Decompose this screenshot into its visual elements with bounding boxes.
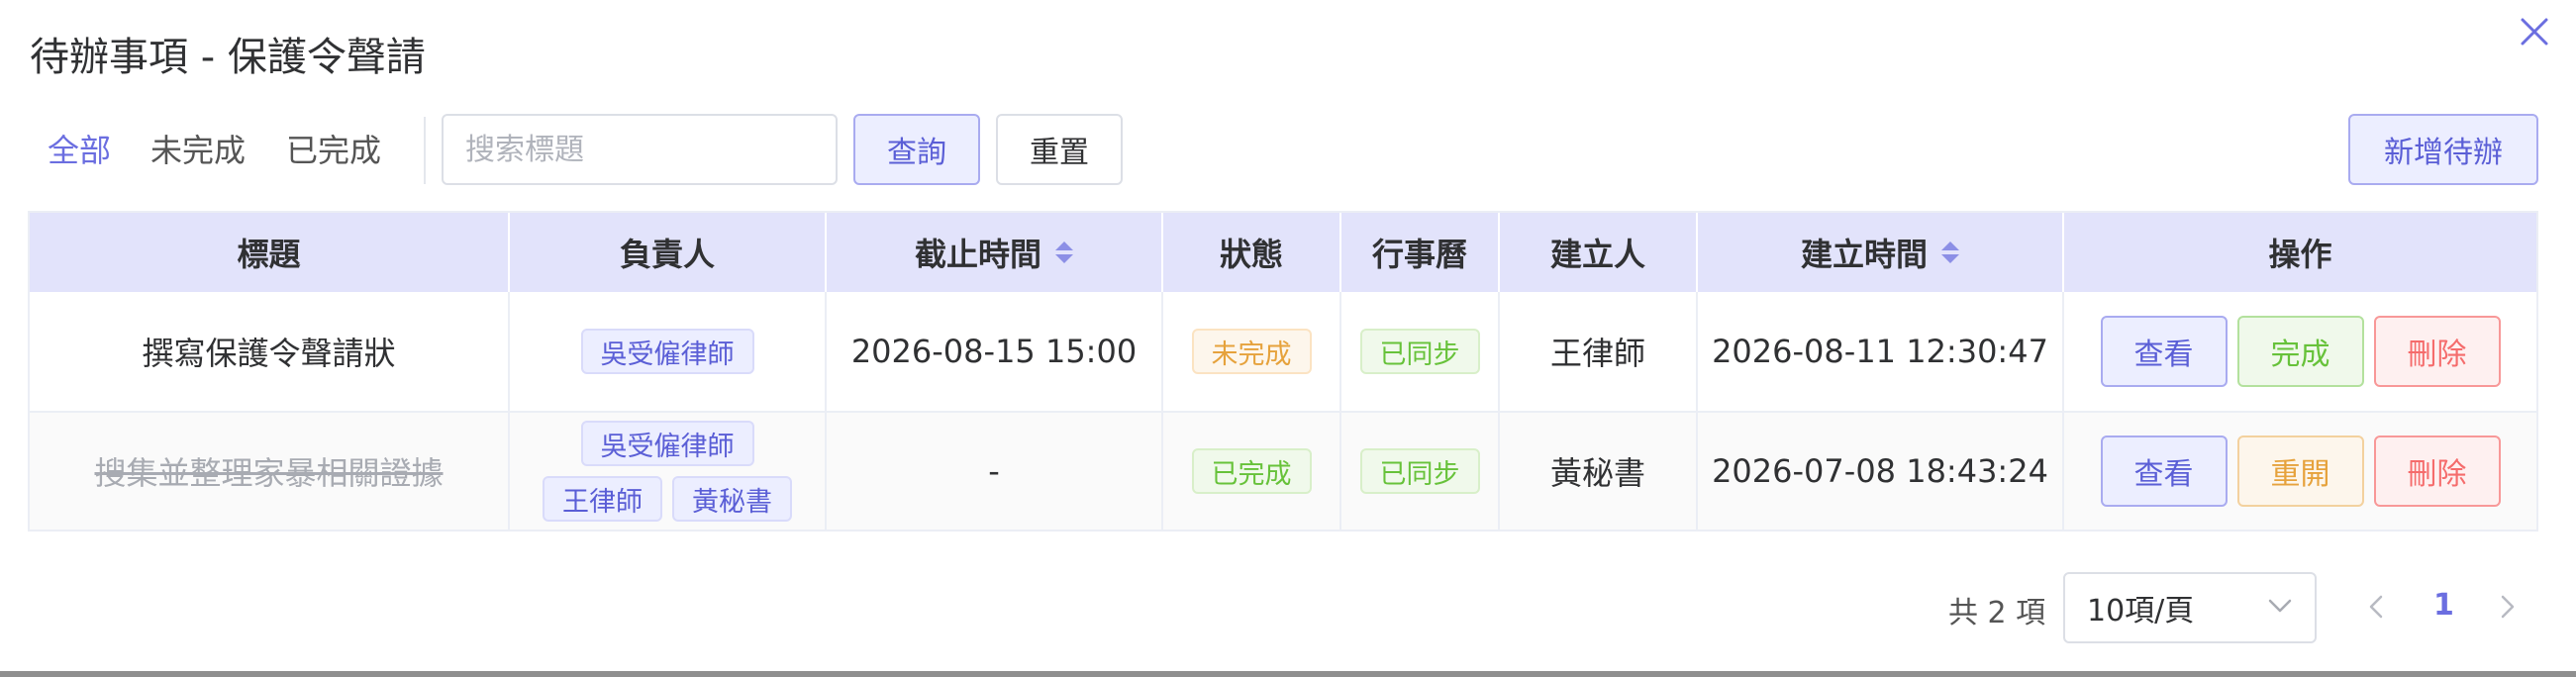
cell-title: 搜集並整理家暴相關證據	[30, 413, 510, 530]
calendar-sync-badge: 已同步	[1359, 448, 1480, 494]
header-assignee: 負責人	[510, 213, 827, 292]
header-deadline-label: 截止時間	[914, 236, 1041, 273]
query-button[interactable]: 查詢	[853, 114, 980, 185]
cell-created-at: 2026-07-08 18:43:24	[1698, 413, 2064, 530]
cell-status: 未完成	[1163, 292, 1341, 411]
reset-button[interactable]: 重置	[996, 114, 1123, 185]
header-actions: 操作	[2064, 213, 2536, 292]
page-number-current[interactable]: 1	[2433, 588, 2454, 623]
header-title-label: 標題	[237, 236, 301, 273]
cell-creator: 黃秘書	[1500, 413, 1698, 530]
cell-deadline: -	[827, 413, 1163, 530]
reopen-button[interactable]: 重開	[2236, 435, 2364, 507]
chevron-right-icon[interactable]	[2493, 590, 2523, 624]
page-size-label: 10項/頁	[2087, 594, 2195, 629]
complete-button[interactable]: 完成	[2236, 316, 2364, 387]
cell-deadline: 2026-08-15 15:00	[827, 292, 1163, 411]
toolbar-divider	[424, 117, 426, 184]
add-todo-button[interactable]: 新增待辦	[2348, 114, 2538, 185]
header-status: 狀態	[1163, 213, 1341, 292]
search-input[interactable]	[442, 114, 838, 185]
header-creator: 建立人	[1500, 213, 1698, 292]
view-button[interactable]: 查看	[2100, 435, 2228, 507]
header-created-at-label: 建立時間	[1800, 236, 1928, 273]
cell-assignee: 吳受僱律師 王律師 黃秘書	[510, 413, 827, 530]
chevron-down-icon	[2267, 598, 2293, 618]
background-overlay-strip	[0, 671, 2576, 677]
pagination-total: 共 2 項	[1948, 596, 2046, 630]
chevron-left-icon[interactable]	[2361, 590, 2391, 624]
filter-tab-completed[interactable]: 已完成	[286, 129, 381, 172]
sort-icon[interactable]	[1055, 242, 1073, 263]
todo-dialog: 待辦事項 - 保護令聲請 全部 未完成 已完成 查詢 重置 新增待辦 標題 負責…	[0, 0, 2576, 671]
header-creator-label: 建立人	[1549, 236, 1645, 273]
todo-table: 標題 負責人 截止時間 狀態 行事曆 建立人 建立時間 操作 撰寫保護令聲請狀 …	[28, 211, 2538, 532]
cell-calendar: 已同步	[1341, 292, 1500, 411]
dialog-title: 待辦事項 - 保護令聲請	[30, 35, 426, 80]
header-status-label: 狀態	[1219, 236, 1283, 273]
cell-status: 已完成	[1163, 413, 1341, 530]
page-size-select[interactable]: 10項/頁	[2063, 572, 2317, 643]
header-deadline[interactable]: 截止時間	[827, 213, 1163, 292]
filter-tab-all[interactable]: 全部	[48, 129, 111, 172]
table-header: 標題 負責人 截止時間 狀態 行事曆 建立人 建立時間 操作	[30, 213, 2536, 292]
header-created-at[interactable]: 建立時間	[1698, 213, 2064, 292]
cell-creator: 王律師	[1500, 292, 1698, 411]
delete-button[interactable]: 刪除	[2373, 435, 2501, 507]
cell-actions: 查看 完成 刪除	[2064, 292, 2536, 411]
filter-tab-incomplete[interactable]: 未完成	[150, 129, 246, 172]
cell-actions: 查看 重開 刪除	[2064, 413, 2536, 530]
header-calendar: 行事曆	[1341, 213, 1500, 292]
assignee-tag: 吳受僱律師	[580, 421, 754, 466]
status-badge: 未完成	[1191, 329, 1312, 374]
cell-assignee: 吳受僱律師	[510, 292, 827, 411]
table-row: 撰寫保護令聲請狀 吳受僱律師 2026-08-15 15:00 未完成 已同步 …	[30, 292, 2536, 413]
cell-title: 撰寫保護令聲請狀	[30, 292, 510, 411]
cell-created-at: 2026-08-11 12:30:47	[1698, 292, 2064, 411]
header-actions-label: 操作	[2268, 236, 2332, 273]
header-calendar-label: 行事曆	[1371, 236, 1467, 273]
status-badge: 已完成	[1191, 448, 1312, 494]
delete-button[interactable]: 刪除	[2373, 316, 2501, 387]
assignee-tag: 黃秘書	[672, 476, 792, 522]
table-row: 搜集並整理家暴相關證據 吳受僱律師 王律師 黃秘書 - 已完成 已同步 黃秘書 …	[30, 413, 2536, 530]
cell-calendar: 已同步	[1341, 413, 1500, 530]
sort-icon[interactable]	[1941, 242, 1959, 263]
header-assignee-label: 負責人	[619, 236, 715, 273]
assignee-tag: 王律師	[543, 476, 662, 522]
close-icon[interactable]	[2517, 14, 2552, 49]
view-button[interactable]: 查看	[2100, 316, 2228, 387]
header-title: 標題	[30, 213, 510, 292]
calendar-sync-badge: 已同步	[1359, 329, 1480, 374]
assignee-tag: 吳受僱律師	[580, 329, 754, 374]
